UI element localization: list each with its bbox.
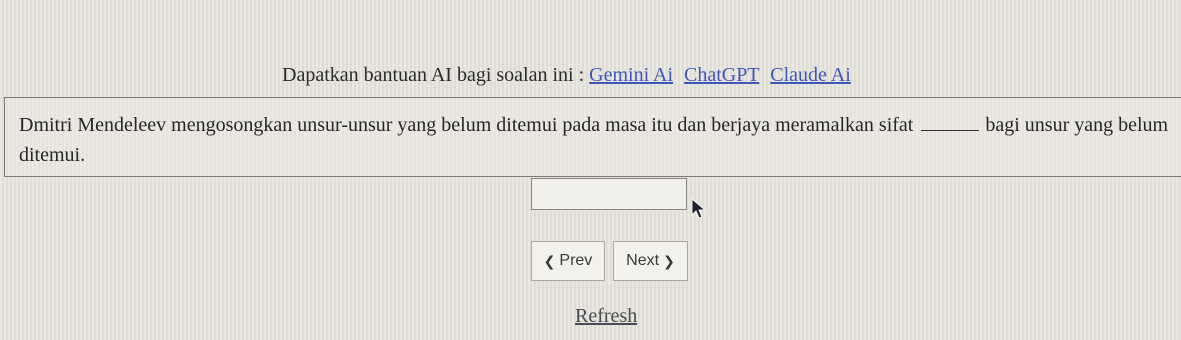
- refresh-link[interactable]: Refresh: [575, 305, 637, 328]
- faint-top-text: [450, 0, 890, 8]
- claude-ai-link[interactable]: Claude Ai: [770, 64, 851, 86]
- answer-input[interactable]: [531, 178, 687, 210]
- gemini-ai-link[interactable]: Gemini Ai: [589, 64, 673, 86]
- next-button[interactable]: Next ❯: [613, 241, 688, 281]
- question-box: Dmitri Mendeleev mengosongkan unsur-unsu…: [4, 97, 1181, 177]
- chevron-left-icon: ❮: [543, 253, 556, 269]
- answer-blank: [921, 114, 980, 131]
- chatgpt-link[interactable]: ChatGPT: [684, 64, 759, 86]
- next-button-label: Next: [626, 252, 660, 269]
- chevron-right-icon: ❯: [663, 253, 675, 269]
- ai-help-prefix: Dapatkan bantuan AI bagi soalan ini :: [282, 64, 585, 86]
- ai-help-line: Dapatkan bantuan AI bagi soalan ini : Ge…: [282, 64, 851, 87]
- mouse-pointer-icon: [691, 198, 707, 219]
- prev-button[interactable]: ❮ Prev: [531, 241, 605, 281]
- question-text: Dmitri Mendeleev mengosongkan unsur-unsu…: [19, 110, 1169, 170]
- prev-button-label: Prev: [559, 252, 593, 269]
- question-text-before-blank: Dmitri Mendeleev mengosongkan unsur-unsu…: [19, 114, 914, 136]
